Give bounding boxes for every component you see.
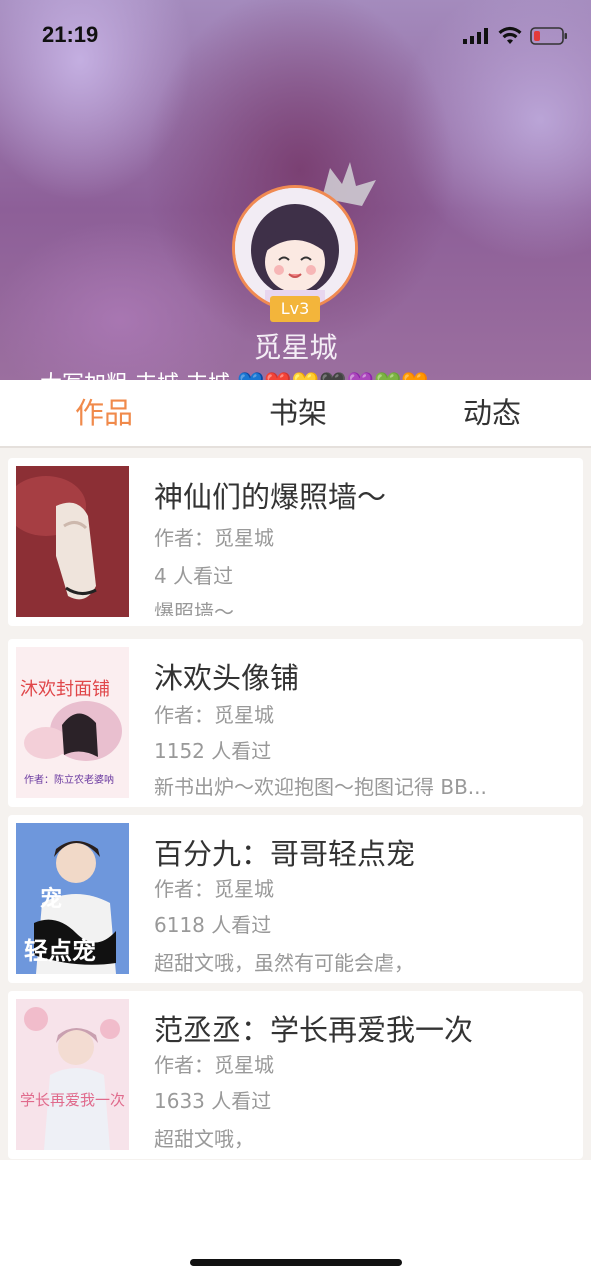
cover-subtitle: 宠 <box>40 887 63 912</box>
tab-bookshelf[interactable]: 书架 <box>228 380 368 446</box>
list-item[interactable]: 神仙们的爆照墙～ 作者：觅星城 4 人看过 爆照墙～ <box>8 458 583 626</box>
work-views: 1633 人看过 <box>154 1089 272 1113</box>
book-cover: 轻点宠 宠 <box>16 823 129 974</box>
list-item[interactable]: 沐欢封面铺 作者：陈立农老婆呐 沐欢头像铺 作者：觅星城 1152 人看过 新书… <box>8 639 583 807</box>
home-indicator[interactable] <box>190 1259 402 1266</box>
battery-icon <box>530 27 567 45</box>
cover-subtitle: 作者：陈立农老婆呐 <box>24 775 114 786</box>
profile-name: 觅星城 <box>253 331 338 364</box>
tab-activity[interactable]: 动态 <box>422 380 562 446</box>
profile-header: 21:19 Lv3 觅星城 <box>0 0 591 380</box>
work-title: 神仙们的爆照墙～ <box>154 480 387 514</box>
list-item[interactable]: 学长再爱我一次 范丞丞：学长再爱我一次 作者：觅星城 1633 人看过 超甜文哦… <box>8 991 583 1159</box>
work-title: 百分九：哥哥轻点宠 <box>154 837 416 871</box>
work-title: 沐欢头像铺 <box>154 661 300 695</box>
avatar[interactable] <box>232 185 358 311</box>
work-title: 范丞丞：学长再爱我一次 <box>154 1013 474 1047</box>
work-author: 作者：觅星城 <box>154 703 274 727</box>
status-bar: 21:19 <box>0 0 591 70</box>
wifi-icon <box>498 26 522 44</box>
profile-bio: 大写加粗 丰城 丰城 💙❤️💛🖤💜💚🧡 <box>40 366 560 380</box>
work-description: 超甜文哦， <box>154 1127 254 1151</box>
work-author: 作者：觅星城 <box>154 1053 274 1077</box>
list-item[interactable]: 轻点宠 宠 百分九：哥哥轻点宠 作者：觅星城 6118 人看过 超甜文哦，虽然有… <box>8 815 583 983</box>
status-time: 21:19 <box>42 22 99 47</box>
signal-icon <box>463 28 488 44</box>
book-cover <box>16 466 129 617</box>
cover-title: 学长再爱我一次 <box>20 1091 126 1109</box>
book-cover: 沐欢封面铺 作者：陈立农老婆呐 <box>16 647 129 798</box>
tab-works[interactable]: 作品 <box>34 380 174 446</box>
work-views: 4 人看过 <box>154 564 234 588</box>
book-cover: 学长再爱我一次 <box>16 999 129 1150</box>
level-badge: Lv3 <box>270 296 320 322</box>
work-views: 6118 人看过 <box>154 913 272 937</box>
cover-title: 轻点宠 <box>24 937 96 965</box>
work-description: 爆照墙～ <box>154 600 234 616</box>
work-views: 1152 人看过 <box>154 739 272 763</box>
works-list: 神仙们的爆照墙～ 作者：觅星城 4 人看过 爆照墙～ 沐欢封面铺 作者：陈立农老… <box>0 448 591 1160</box>
work-description: 超甜文哦，虽然有可能会虐， <box>154 951 414 975</box>
work-author: 作者：觅星城 <box>154 526 274 550</box>
work-author: 作者：觅星城 <box>154 877 274 901</box>
avatar-image <box>235 188 355 308</box>
profile-tabs: 作品 书架 动态 <box>0 380 591 448</box>
work-description: 新书出炉～欢迎抱图～抱图记得 BB... <box>154 775 487 799</box>
